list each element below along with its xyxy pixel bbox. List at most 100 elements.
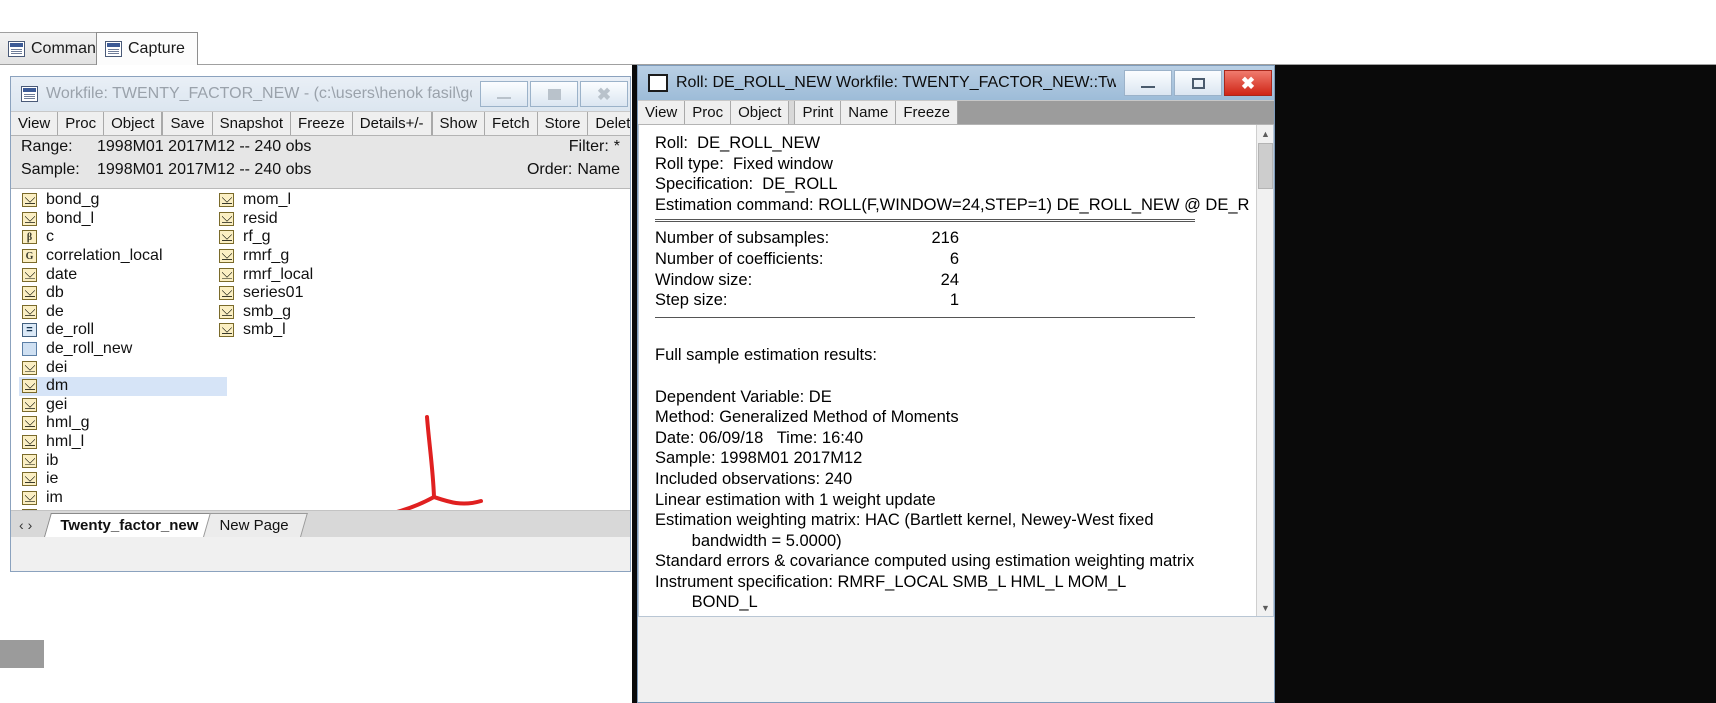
workfile-save-button[interactable]: Save: [163, 112, 213, 135]
workfile-object-item[interactable]: ib: [19, 451, 219, 470]
workfile-delete-button[interactable]: Delete: [588, 112, 630, 135]
workfile-maximize-button[interactable]: [530, 81, 578, 107]
workfile-object-item[interactable]: mom_l: [216, 191, 416, 210]
roll-stat-row: Number of subsamples: 216: [655, 228, 1259, 249]
series-icon: [22, 193, 37, 208]
scroll-up-icon[interactable]: ▲: [1257, 125, 1273, 142]
object-column-2: mom_l resid rf_g rmrf_g rmrf_local series01 sm…: [216, 191, 416, 340]
scrollbar-thumb[interactable]: [1258, 143, 1273, 189]
workfile-object-item[interactable]: rmrf_g: [216, 247, 416, 266]
roll-vertical-scrollbar[interactable]: ▲ ▼: [1256, 125, 1273, 616]
workfile-icon: [21, 86, 38, 102]
workfile-object-item[interactable]: series01: [216, 284, 416, 303]
roll-results-line: Estimation weighting matrix: HAC (Bartle…: [655, 511, 1154, 530]
workfile-object-name: series01: [243, 284, 304, 302]
workfile-object-item[interactable]: rf_g: [216, 228, 416, 247]
workfile-title-bar[interactable]: Workfile: TWENTY_FACTOR_NEW - (c:\users\…: [11, 77, 630, 111]
roll-results-line: Linear estimation with 1 weight update: [655, 490, 936, 509]
workfile-object-list[interactable]: bond_g bond_l β c Gcorrelation_local date db de…: [11, 189, 630, 511]
workfile-object-item[interactable]: smb_l: [216, 321, 416, 340]
roll-stat-value: 24: [940, 270, 959, 289]
mdi-desktop: Workfile: TWENTY_FACTOR_NEW - (c:\users\…: [0, 65, 1716, 703]
page-prev-icon[interactable]: ‹: [19, 517, 28, 533]
horizontal-rule: [655, 219, 1195, 223]
workfile-object-name: rmrf_g: [243, 247, 290, 265]
workfile-object-button[interactable]: Object: [104, 112, 163, 135]
page-tab-twenty-factor-new[interactable]: Twenty_factor_new: [44, 513, 219, 537]
workfile-show-button[interactable]: Show: [432, 112, 486, 135]
workfile-details-button[interactable]: Details+/-: [352, 112, 432, 135]
workfile-object-name: db: [46, 284, 64, 302]
hand-drawn-annotation-icon: [396, 415, 483, 510]
workfile-object-item[interactable]: βc: [19, 228, 219, 247]
workfile-object-item[interactable]: hml_l: [19, 433, 219, 452]
page-next-icon[interactable]: ›: [28, 517, 37, 533]
workfile-object-item[interactable]: dei: [19, 358, 219, 377]
series-icon: [219, 267, 234, 282]
roll-minimize-button[interactable]: [1124, 70, 1172, 96]
scroll-down-icon[interactable]: ▼: [1257, 599, 1273, 616]
group-icon: G: [22, 249, 37, 264]
workfile-object-item[interactable]: gei: [19, 396, 219, 415]
roll-stat-label: Number of coefficients:: [655, 249, 824, 268]
toolbar-filler: [958, 101, 1274, 124]
workfile-object-name: hml_g: [46, 414, 90, 432]
workfile-object-item[interactable]: resid: [216, 210, 416, 229]
workfile-object-item[interactable]: bond_l: [19, 210, 219, 229]
workfile-object-item[interactable]: rmrf_local: [216, 265, 416, 284]
workfile-minimize-button[interactable]: [480, 81, 528, 107]
roll-maximize-button[interactable]: [1174, 70, 1222, 96]
workfile-object-item[interactable]: ie: [19, 470, 219, 489]
series-icon: [219, 230, 234, 245]
workfile-object-name: hml_l: [46, 433, 85, 451]
workfile-object-item[interactable]: db: [19, 284, 219, 303]
roll-proc-button[interactable]: Proc: [685, 101, 732, 124]
roll-header-line: Roll type: Fixed window: [655, 154, 833, 173]
workfile-object-item[interactable]: smb_g: [216, 303, 416, 322]
workfile-fetch-button[interactable]: Fetch: [485, 112, 538, 135]
horizontal-rule: [655, 316, 1195, 318]
workfile-object-item[interactable]: de_roll_new: [19, 340, 219, 359]
order-value: Name: [577, 161, 620, 178]
workfile-object-item[interactable]: = de_roll: [19, 321, 219, 340]
roll-view-button[interactable]: View: [638, 101, 686, 124]
roll-output-text: Roll: DE_ROLL_NEW Roll type: Fixed window…: [655, 133, 1259, 616]
roll-icon: [22, 342, 37, 357]
range-value: 1998M01 2017M12 -- 240 obs: [97, 138, 312, 155]
workfile-object-item[interactable]: im: [19, 489, 219, 508]
workfile-view-button[interactable]: View: [11, 112, 59, 135]
workfile-store-button[interactable]: Store: [537, 112, 589, 135]
roll-name-button[interactable]: Name: [841, 101, 897, 124]
page-tab-nav-arrows[interactable]: ‹›: [17, 517, 44, 537]
workfile-object-item[interactable]: Gcorrelation_local: [19, 247, 219, 266]
roll-close-button[interactable]: ✖: [1224, 70, 1272, 96]
workfile-snapshot-button[interactable]: Snapshot: [212, 112, 292, 135]
roll-output-pane[interactable]: Roll: DE_ROLL_NEW Roll type: Fixed window…: [638, 125, 1274, 617]
workfile-object-item[interactable]: date: [19, 265, 219, 284]
workfile-proc-button[interactable]: Proc: [58, 112, 105, 135]
workfile-object-item[interactable]: hml_g: [19, 414, 219, 433]
tab-capture[interactable]: Capture: [96, 32, 198, 65]
roll-object-button[interactable]: Object: [731, 101, 790, 124]
series-icon: [22, 435, 37, 450]
sample-value: 1998M01 2017M12 -- 240 obs: [97, 161, 312, 178]
workfile-page-tabs: ‹› Twenty_factor_new New Page: [11, 511, 630, 537]
roll-stat-label: Number of subsamples:: [655, 229, 830, 248]
workfile-freeze-button[interactable]: Freeze: [291, 112, 353, 135]
roll-stat-label: Window size:: [655, 270, 753, 289]
workfile-object-item[interactable]: dm: [19, 376, 227, 396]
series-icon: [219, 211, 234, 226]
workfile-sample-row: Sample: 1998M01 2017M12 -- 240 obs Order…: [21, 161, 620, 184]
roll-results-line: bandwidth = 5.0000): [655, 531, 842, 550]
workfile-object-name: im: [46, 488, 63, 506]
workfile-close-button[interactable]: ✖: [580, 81, 628, 107]
roll-print-button[interactable]: Print: [795, 101, 842, 124]
roll-freeze-button[interactable]: Freeze: [896, 101, 958, 124]
tab-command[interactable]: Command: [0, 32, 105, 65]
workfile-object-item[interactable]: de: [19, 303, 219, 322]
roll-title-bar[interactable]: Roll: DE_ROLL_NEW Workfile: TWENTY_FACTO…: [638, 66, 1274, 100]
roll-header-line: Specification: DE_ROLL: [655, 175, 838, 194]
workfile-object-item[interactable]: bond_g: [19, 191, 219, 210]
roll-results-heading: Full sample estimation results:: [655, 346, 877, 365]
page-tab-new-page[interactable]: New Page: [203, 513, 309, 537]
